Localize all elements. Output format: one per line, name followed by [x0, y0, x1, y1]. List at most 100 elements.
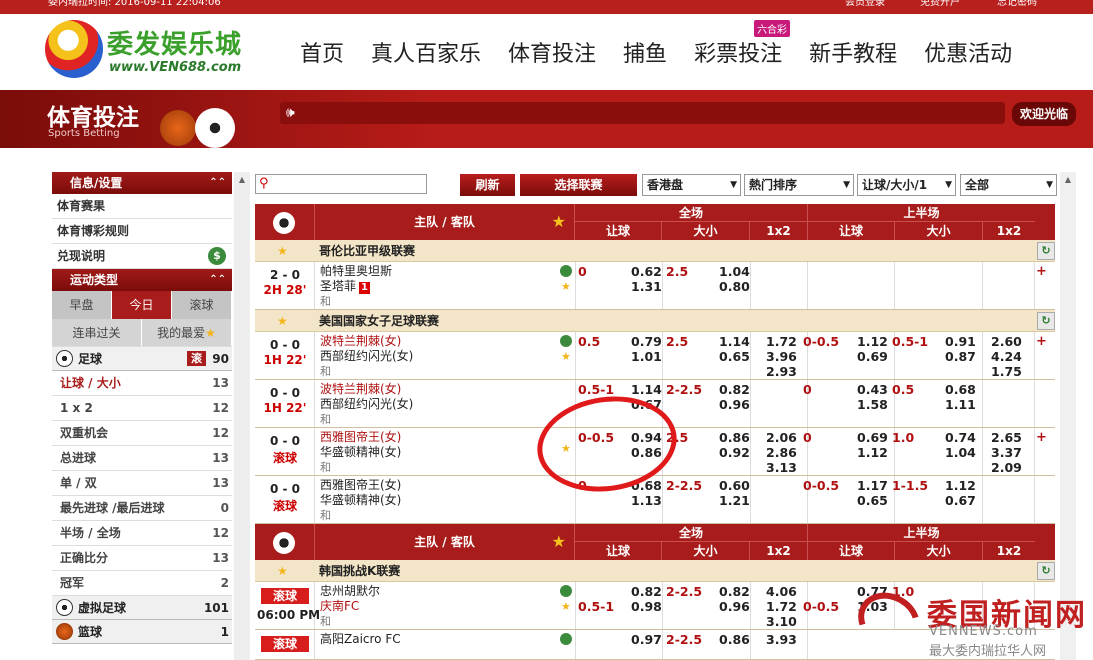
nav-fishing[interactable]: 捕鱼 [623, 36, 667, 67]
nav-lottery[interactable]: 彩票投注 六合彩 [694, 20, 791, 67]
odds-value[interactable]: 0.65 [719, 349, 750, 364]
odds-value[interactable]: 3.93 [766, 632, 797, 647]
odds-value[interactable]: 0.86 [719, 430, 750, 445]
money-icon[interactable] [560, 265, 572, 277]
odds-value[interactable]: 0.96 [719, 599, 750, 614]
odds-value[interactable]: 0.92 [719, 445, 750, 460]
bettype-1x2[interactable]: 1 x 2 12 [52, 396, 232, 421]
more-markets-icon[interactable]: + [1036, 430, 1047, 445]
odds-value[interactable]: 0.62 [631, 264, 662, 279]
select-league-button[interactable]: 选择联赛 [520, 174, 637, 196]
odds-value[interactable]: 2.06 [766, 430, 797, 445]
info-settings-header[interactable]: 信息/设置 ⌃⌃ [52, 172, 232, 194]
bettype-first-last-goal[interactable]: 最先进球 /最后进球 0 [52, 496, 232, 521]
main-scrollbar[interactable]: ▲ [1060, 172, 1076, 660]
odds-value[interactable]: 0.97 [631, 632, 662, 647]
sport-virtual-football[interactable]: 虚拟足球 101 [52, 596, 232, 620]
live-badge[interactable]: 滚 [187, 351, 206, 366]
odds-value[interactable]: 2.60 [991, 334, 1022, 349]
announcement-marquee[interactable]: 🕪 [280, 102, 1005, 124]
sidebar-item-cashout[interactable]: 兑现说明 $ [52, 244, 232, 269]
odds-value[interactable]: 0.74 [945, 430, 976, 445]
scroll-up-icon[interactable]: ▲ [234, 172, 250, 188]
sidebar-item-results[interactable]: 体育赛果 [52, 194, 232, 219]
sidebar-item-rules[interactable]: 体育博彩规则 [52, 219, 232, 244]
odds-value[interactable]: 1.75 [991, 364, 1022, 379]
sport-type-header[interactable]: 运动类型 ⌃⌃ [52, 269, 232, 291]
odds-value[interactable]: 0.68 [945, 382, 976, 397]
league-row[interactable]: ★ 哥伦比亚甲级联赛 ↻ [255, 240, 1055, 262]
money-icon[interactable] [560, 633, 572, 645]
odds-value[interactable]: 0.86 [719, 632, 750, 647]
odds-value[interactable]: 1.14 [719, 334, 750, 349]
odds-value[interactable]: 0.91 [945, 334, 976, 349]
star-icon[interactable]: ★ [277, 310, 288, 332]
welcome-button[interactable]: 欢迎光临 [1012, 102, 1077, 126]
nav-promotions[interactable]: 优惠活动 [924, 36, 1012, 67]
search-input[interactable]: ⚲ [255, 174, 427, 194]
odds-value[interactable]: 1.11 [945, 397, 976, 412]
odds-value[interactable]: 2.93 [766, 364, 797, 379]
odds-value[interactable]: 0.80 [719, 279, 750, 294]
bettype-outright[interactable]: 冠军 2 [52, 571, 232, 596]
odds-value[interactable]: 0.82 [631, 584, 662, 599]
odds-value[interactable]: 0.82 [719, 584, 750, 599]
odds-value[interactable]: 1.04 [719, 264, 750, 279]
odds-value[interactable]: 1.72 [766, 599, 797, 614]
sport-football[interactable]: 足球 滚 90 [52, 347, 232, 371]
star-icon[interactable]: ★ [561, 600, 571, 613]
star-icon[interactable]: ★ [561, 350, 571, 363]
odds-value[interactable]: 2.86 [766, 445, 797, 460]
odds-value[interactable]: 1.12 [945, 478, 976, 493]
collapse-icon[interactable]: ⌃⌃ [209, 269, 226, 291]
market-select[interactable]: 让球/大小/1 ▼ [857, 174, 956, 196]
odds-value[interactable]: 1.17 [857, 478, 888, 493]
filter-select[interactable]: 全部 ▼ [960, 174, 1057, 196]
odds-type-select[interactable]: 香港盘 ▼ [642, 174, 741, 196]
odds-value[interactable]: 0.43 [857, 382, 888, 397]
tab-live[interactable]: 滚球 [172, 291, 232, 319]
odds-value[interactable]: 3.96 [766, 349, 797, 364]
sport-basketball[interactable]: 篮球 1 [52, 620, 232, 644]
nav-live-baccarat[interactable]: 真人百家乐 [371, 36, 481, 67]
live-bet-button[interactable]: 滚球 [261, 636, 309, 652]
forgot-password-link[interactable]: 忘记密码 [997, 0, 1037, 8]
tab-early[interactable]: 早盘 [52, 291, 112, 319]
bettype-odd-even[interactable]: 单 / 双 13 [52, 471, 232, 496]
odds-value[interactable]: 4.06 [766, 584, 797, 599]
star-icon[interactable]: ★ [552, 524, 566, 560]
register-link[interactable]: 免费开户 [920, 0, 960, 8]
nav-home[interactable]: 首页 [300, 36, 344, 67]
refresh-button[interactable]: 刷新 [460, 174, 515, 196]
odds-value[interactable]: 0.79 [631, 334, 662, 349]
odds-value[interactable]: 1.21 [719, 493, 750, 508]
site-logo[interactable]: 委发娱乐城 www.VEN688.com [45, 20, 245, 90]
odds-value[interactable]: 0.67 [945, 493, 976, 508]
odds-value[interactable]: 0.82 [719, 382, 750, 397]
odds-value[interactable]: 1.58 [857, 397, 888, 412]
bettype-correct-score[interactable]: 正确比分 13 [52, 546, 232, 571]
odds-value[interactable]: 1.04 [945, 445, 976, 460]
refresh-icon[interactable]: ↻ [1037, 312, 1055, 330]
league-row[interactable]: ★ 韩国挑战K联赛 ↻ [255, 560, 1055, 582]
odds-value[interactable]: 0.87 [945, 349, 976, 364]
odds-value[interactable]: 1.31 [631, 279, 662, 294]
odds-value[interactable]: 1.01 [631, 349, 662, 364]
refresh-icon[interactable]: ↻ [1037, 562, 1055, 580]
tab-today[interactable]: 今日 [112, 291, 172, 319]
odds-value[interactable]: 0.60 [719, 478, 750, 493]
more-markets-icon[interactable]: + [1036, 264, 1047, 279]
collapse-icon[interactable]: ⌃⌃ [209, 172, 226, 194]
odds-value[interactable]: 0.96 [719, 397, 750, 412]
odds-value[interactable]: 3.13 [766, 460, 797, 475]
star-icon[interactable]: ★ [277, 560, 288, 582]
odds-value[interactable]: 1.13 [631, 493, 662, 508]
odds-value[interactable]: 4.24 [991, 349, 1022, 364]
odds-value[interactable]: 1.14 [631, 382, 662, 397]
bettype-double-chance[interactable]: 双重机会 12 [52, 421, 232, 446]
star-icon[interactable]: ★ [277, 240, 288, 262]
more-markets-icon[interactable]: + [1036, 334, 1047, 349]
bettype-total-goals[interactable]: 总进球 13 [52, 446, 232, 471]
bettype-handicap-ou[interactable]: 让球 / 大小 13 [52, 371, 232, 396]
bettype-half-full[interactable]: 半场 / 全场 12 [52, 521, 232, 546]
